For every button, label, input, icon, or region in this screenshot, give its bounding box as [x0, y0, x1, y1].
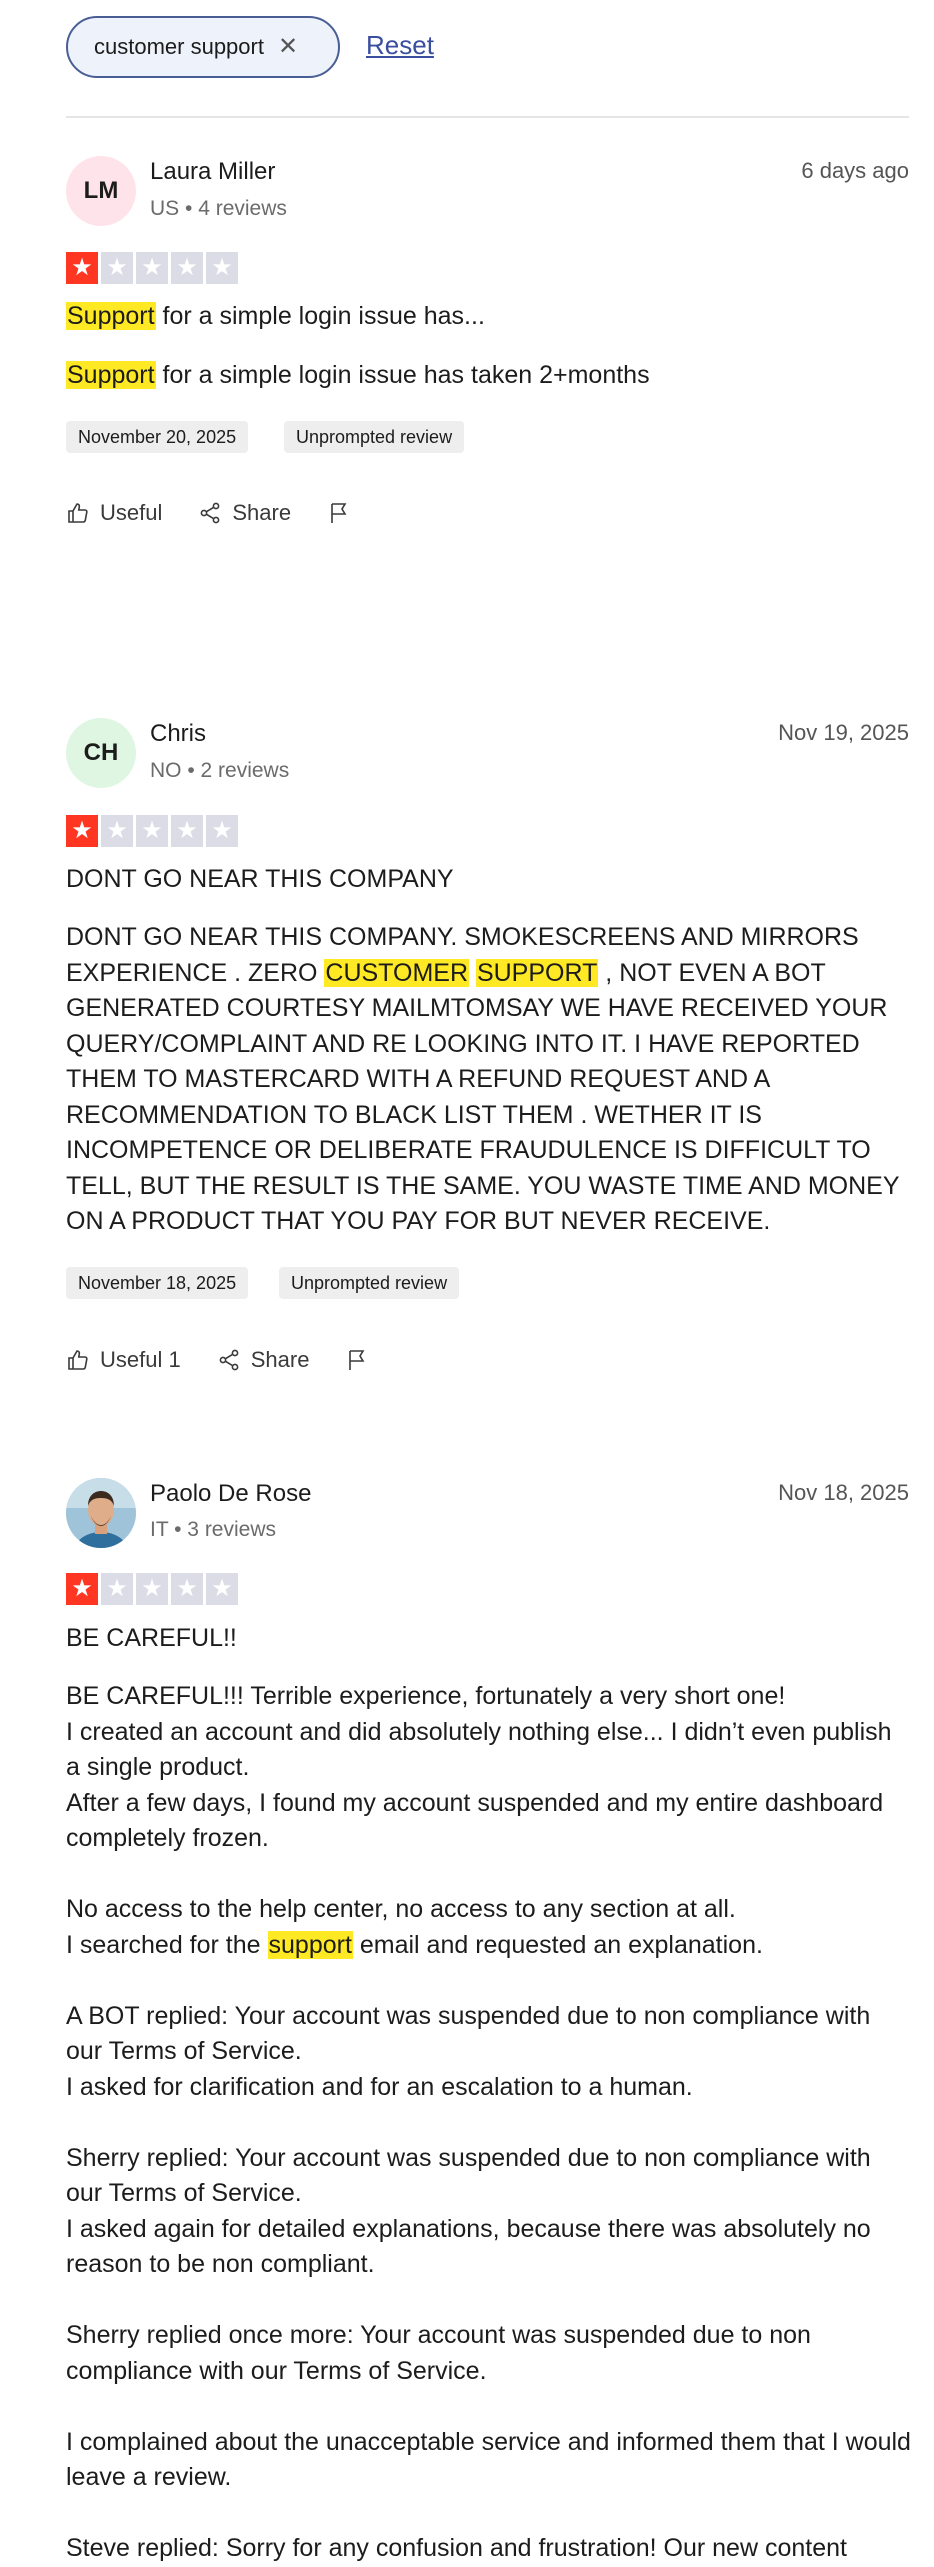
star-icon: ★ [101, 252, 133, 284]
review-date: Nov 18, 2025 [778, 1480, 909, 1505]
useful-button[interactable]: Useful 1 [66, 1347, 181, 1373]
reviewer-meta: IT • 3 reviews [150, 1518, 276, 1541]
avatar: LM [66, 156, 136, 226]
thumbs-up-icon [68, 503, 88, 523]
star-icon: ★ [171, 252, 203, 284]
review-paragraph: Sherry replied once more: Your account w… [66, 2321, 811, 2385]
highlight: Support [66, 302, 156, 330]
highlight: support [267, 1930, 353, 1959]
useful-label: Useful 1 [100, 1347, 181, 1372]
thumbs-up-icon [68, 1350, 88, 1370]
star-icon: ★ [66, 815, 98, 847]
review-body-text: email and requested an explanation. [352, 1930, 763, 1959]
share-label: Share [250, 1347, 310, 1372]
review-title-text: for a simple login issue has... [155, 302, 485, 330]
review-paragraph: I complained about the unacceptable serv… [66, 2427, 911, 2492]
unprompted-badge: Unprompted review [284, 421, 465, 453]
experience-date-tag: November 18, 2025 [66, 1267, 249, 1299]
share-button[interactable]: Share [198, 500, 291, 526]
highlight: SUPPORT [475, 958, 599, 987]
star-icon: ★ [101, 815, 133, 847]
share-icon [219, 1349, 239, 1371]
star-rating: ★ ★ ★ ★ ★ [66, 252, 238, 284]
highlight: Support [66, 361, 156, 389]
review-body-text: I searched for the [66, 1930, 268, 1959]
review-paragraph: BE CAREFUL!!! Terrible experience, fortu… [66, 1682, 786, 1710]
star-icon: ★ [206, 1573, 238, 1605]
unprompted-badge: Unprompted review [279, 1267, 460, 1299]
divider [66, 116, 909, 118]
star-icon: ★ [171, 815, 203, 847]
review-actions: Useful 1 Share [66, 1347, 405, 1373]
share-label: Share [232, 500, 292, 525]
review-title[interactable]: Support for a simple login issue has... [66, 302, 906, 331]
experience-date-tag: November 20, 2025 [66, 421, 249, 453]
review-title[interactable]: DONT GO NEAR THIS COMPANY [66, 865, 906, 894]
star-icon: ★ [206, 252, 238, 284]
flag-icon [331, 503, 347, 523]
review-paragraph: No access to the help center, no access … [66, 1895, 736, 1923]
star-rating: ★ ★ ★ ★ ★ [66, 815, 238, 847]
review-body: BE CAREFUL!!! Terrible experience, fortu… [66, 1679, 911, 2567]
review-paragraph: I searched for the support email and req… [66, 1928, 911, 1964]
review-body: Support for a simple login issue has tak… [66, 358, 911, 394]
close-icon[interactable]: ✕ [278, 35, 298, 59]
avatar: CH [66, 718, 136, 788]
review-paragraph: Steve replied: Sorry for any confusion a… [66, 2534, 847, 2562]
star-icon: ★ [136, 252, 168, 284]
review-paragraph: I asked for clarification and for an esc… [66, 2072, 693, 2101]
useful-button[interactable]: Useful [66, 500, 162, 526]
highlight: CUSTOMER [324, 958, 469, 987]
reviewer-name[interactable]: Chris [150, 720, 206, 748]
star-rating: ★ ★ ★ ★ ★ [66, 1573, 238, 1605]
star-icon: ★ [171, 1573, 203, 1605]
review-body-text: for a simple login issue has taken 2+mon… [155, 361, 650, 389]
review-body-text: , NOT EVEN A BOT GENERATED COURTESY MAIL… [66, 958, 900, 1236]
star-icon: ★ [136, 1573, 168, 1605]
review-date: 6 days ago [801, 158, 909, 183]
report-button[interactable] [345, 1348, 369, 1372]
avatar [66, 1478, 136, 1548]
reviewer-name[interactable]: Paolo De Rose [150, 1480, 311, 1508]
review-body: DONT GO NEAR THIS COMPANY. SMOKESCREENS … [66, 920, 911, 1240]
star-icon: ★ [66, 252, 98, 284]
reset-link[interactable]: Reset [366, 30, 434, 61]
share-button[interactable]: Share [217, 1347, 310, 1373]
share-icon [200, 502, 220, 524]
star-icon: ★ [66, 1573, 98, 1605]
reviewer-meta: US • 4 reviews [150, 197, 287, 220]
review-paragraph: Sherry replied: Your account was suspend… [66, 2143, 871, 2208]
reviewer-meta: NO • 2 reviews [150, 759, 290, 782]
review-date: Nov 19, 2025 [778, 720, 909, 745]
report-button[interactable] [327, 501, 351, 525]
reviewer-name[interactable]: Laura Miller [150, 158, 275, 186]
star-icon: ★ [101, 1573, 133, 1605]
flag-icon [349, 1350, 365, 1370]
useful-label: Useful [100, 500, 163, 525]
review-paragraph: A BOT replied: Your account was suspende… [66, 2001, 871, 2066]
star-icon: ★ [136, 815, 168, 847]
avatar-photo [66, 1478, 136, 1548]
filter-chip-customer-support[interactable]: customer support ✕ [66, 16, 340, 78]
star-icon: ★ [206, 815, 238, 847]
review-paragraph: I asked again for detailed explanations,… [66, 2214, 871, 2279]
filter-chip-label: customer support [94, 34, 264, 59]
review-title[interactable]: BE CAREFUL!! [66, 1624, 906, 1653]
review-actions: Useful Share [66, 500, 387, 526]
review-paragraph: After a few days, I found my account sus… [66, 1788, 884, 1853]
review-paragraph: I created an account and did absolutely … [66, 1717, 892, 1782]
